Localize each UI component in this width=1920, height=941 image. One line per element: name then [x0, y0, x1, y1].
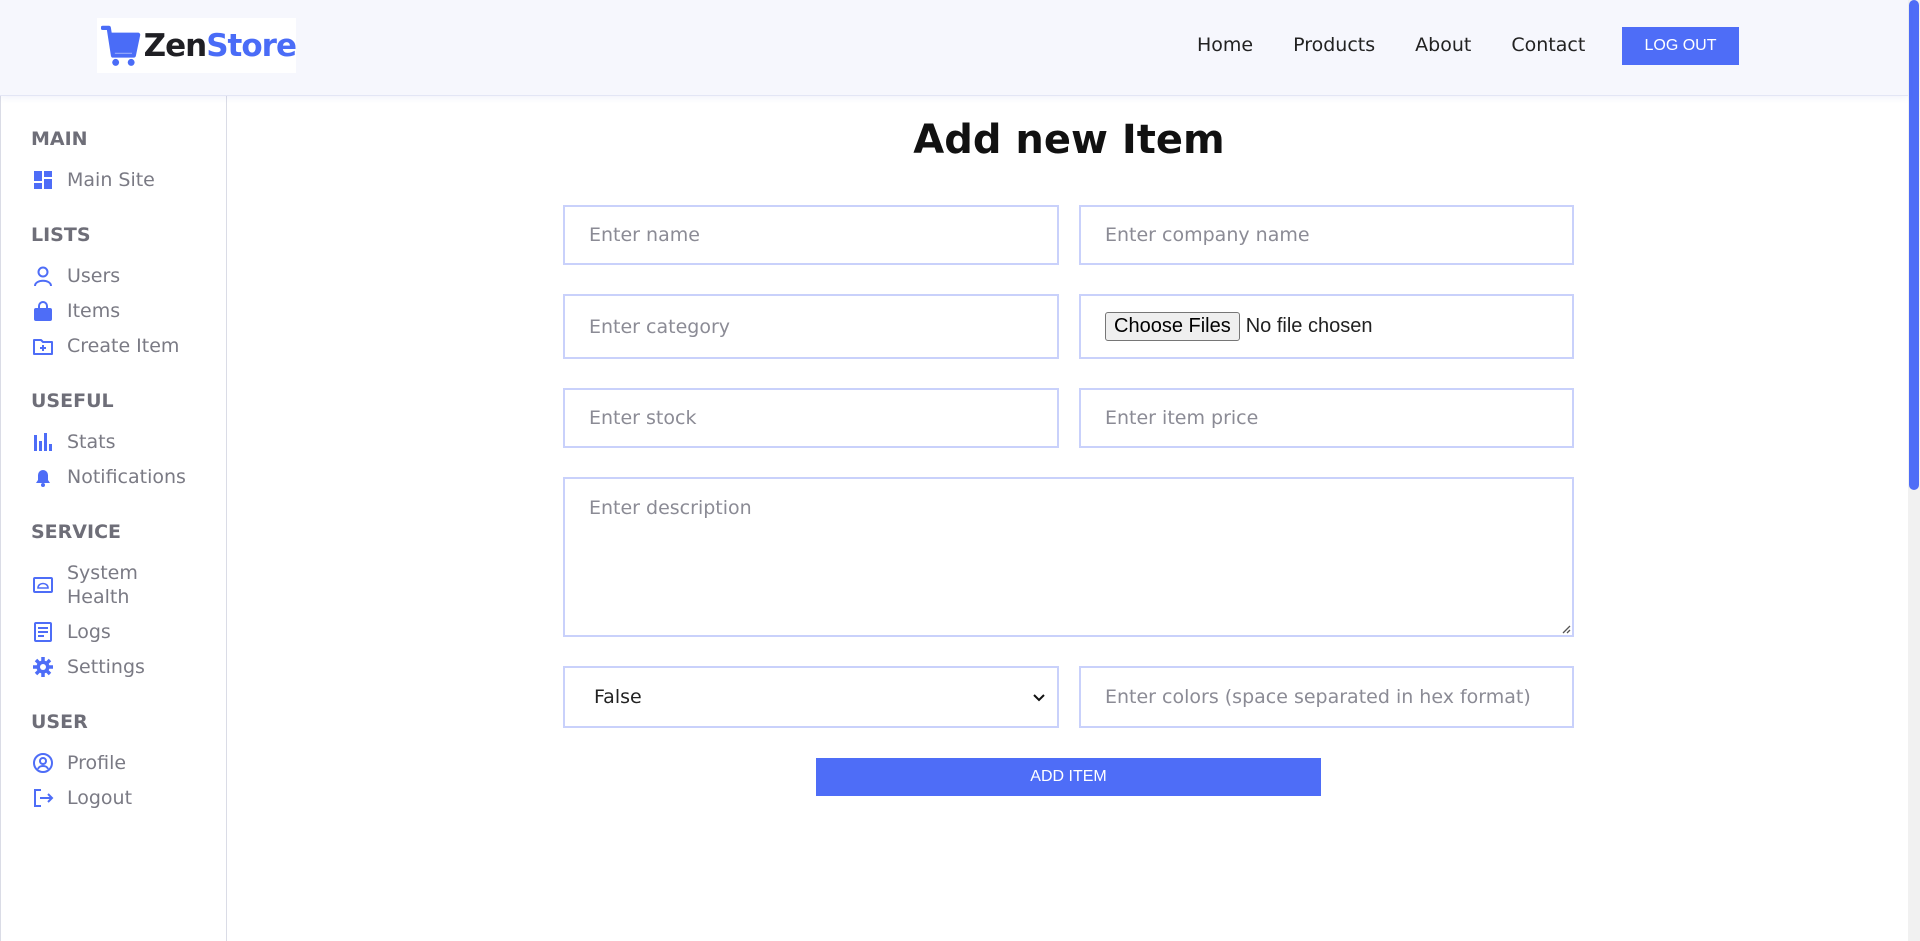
sidebar-item-label: Users	[67, 265, 121, 287]
name-input[interactable]	[563, 205, 1059, 265]
user-icon	[31, 264, 55, 288]
sidebar-item-settings[interactable]: Settings	[31, 655, 145, 679]
cart-logo-icon	[101, 25, 141, 66]
sidebar-item-label: Settings	[67, 656, 145, 678]
scrollbar-thumb[interactable]	[1909, 0, 1919, 490]
profile-circle-icon	[31, 751, 55, 775]
choose-files-button[interactable]: Choose Files	[1105, 312, 1240, 341]
sidebar-item-label: Main Site	[67, 169, 155, 191]
company-name-input[interactable]	[1079, 205, 1574, 265]
nav-about-link[interactable]: About	[1415, 34, 1471, 56]
file-status-text: No file chosen	[1245, 315, 1373, 337]
logs-icon	[31, 620, 55, 644]
sidebar-item-label: System Health	[67, 562, 138, 608]
nav-contact-link[interactable]: Contact	[1511, 34, 1585, 56]
sidebar-item-notifications[interactable]: Notifications	[31, 465, 186, 489]
logout-icon	[31, 786, 55, 810]
logo-text-store: Store	[206, 27, 297, 64]
sidebar-section-service: SERVICE	[31, 521, 121, 543]
sidebar-section-main: MAIN	[31, 128, 88, 150]
select-value: False	[594, 686, 642, 708]
boolean-select[interactable]: False	[563, 666, 1059, 728]
sidebar-item-stats[interactable]: Stats	[31, 430, 116, 454]
sidebar-item-label: Stats	[67, 431, 116, 453]
sidebar: MAIN Main Site LISTS Users Items Create …	[0, 96, 227, 941]
stock-input[interactable]	[563, 388, 1059, 448]
folder-add-icon	[31, 334, 55, 358]
resize-grip-icon[interactable]	[1559, 622, 1571, 634]
sidebar-item-logs[interactable]: Logs	[31, 620, 111, 644]
description-textarea[interactable]	[563, 477, 1574, 637]
colors-input[interactable]	[1079, 666, 1574, 728]
sidebar-item-label: Logout	[67, 787, 133, 809]
main-nav: Home Products About Contact	[1197, 34, 1625, 56]
sidebar-item-system-health[interactable]: System Health	[31, 561, 157, 609]
category-input[interactable]	[563, 294, 1059, 359]
add-item-button[interactable]: ADD ITEM	[816, 758, 1321, 796]
sidebar-item-users[interactable]: Users	[31, 264, 120, 288]
dashboard-icon	[31, 168, 55, 192]
nav-home-link[interactable]: Home	[1197, 34, 1253, 56]
page-title: Add new Item	[913, 117, 1225, 163]
logout-button[interactable]: LOG OUT	[1622, 27, 1739, 65]
sidebar-section-lists: LISTS	[31, 224, 91, 246]
sidebar-item-label: Create Item	[67, 335, 180, 357]
sidebar-item-label: Logs	[67, 621, 111, 643]
bell-icon	[31, 465, 55, 489]
sidebar-item-profile[interactable]: Profile	[31, 751, 126, 775]
shopping-bag-icon	[31, 299, 55, 323]
sidebar-item-logout[interactable]: Logout	[31, 786, 132, 810]
file-upload-field: Choose Files No file chosen	[1079, 294, 1574, 359]
sidebar-section-useful: USEFUL	[31, 390, 114, 412]
sidebar-item-main-site[interactable]: Main Site	[31, 168, 155, 192]
sidebar-item-create-item[interactable]: Create Item	[31, 334, 179, 358]
system-health-icon	[31, 573, 55, 597]
item-price-input[interactable]	[1079, 388, 1574, 448]
chevron-down-icon	[1033, 694, 1045, 702]
nav-products-link[interactable]: Products	[1293, 34, 1375, 56]
sidebar-item-label: Profile	[67, 752, 127, 774]
bar-chart-icon	[31, 430, 55, 454]
sidebar-item-label: Notifications	[67, 466, 186, 488]
logo-text-zen: Zen	[143, 27, 208, 64]
sidebar-item-items[interactable]: Items	[31, 299, 120, 323]
sidebar-item-label: Items	[67, 300, 121, 322]
sidebar-section-user: USER	[31, 711, 88, 733]
top-header: ZenStore Home Products About Contact LOG…	[0, 0, 1908, 96]
zenstore-logo[interactable]: ZenStore	[97, 18, 297, 73]
gear-icon	[31, 655, 55, 679]
